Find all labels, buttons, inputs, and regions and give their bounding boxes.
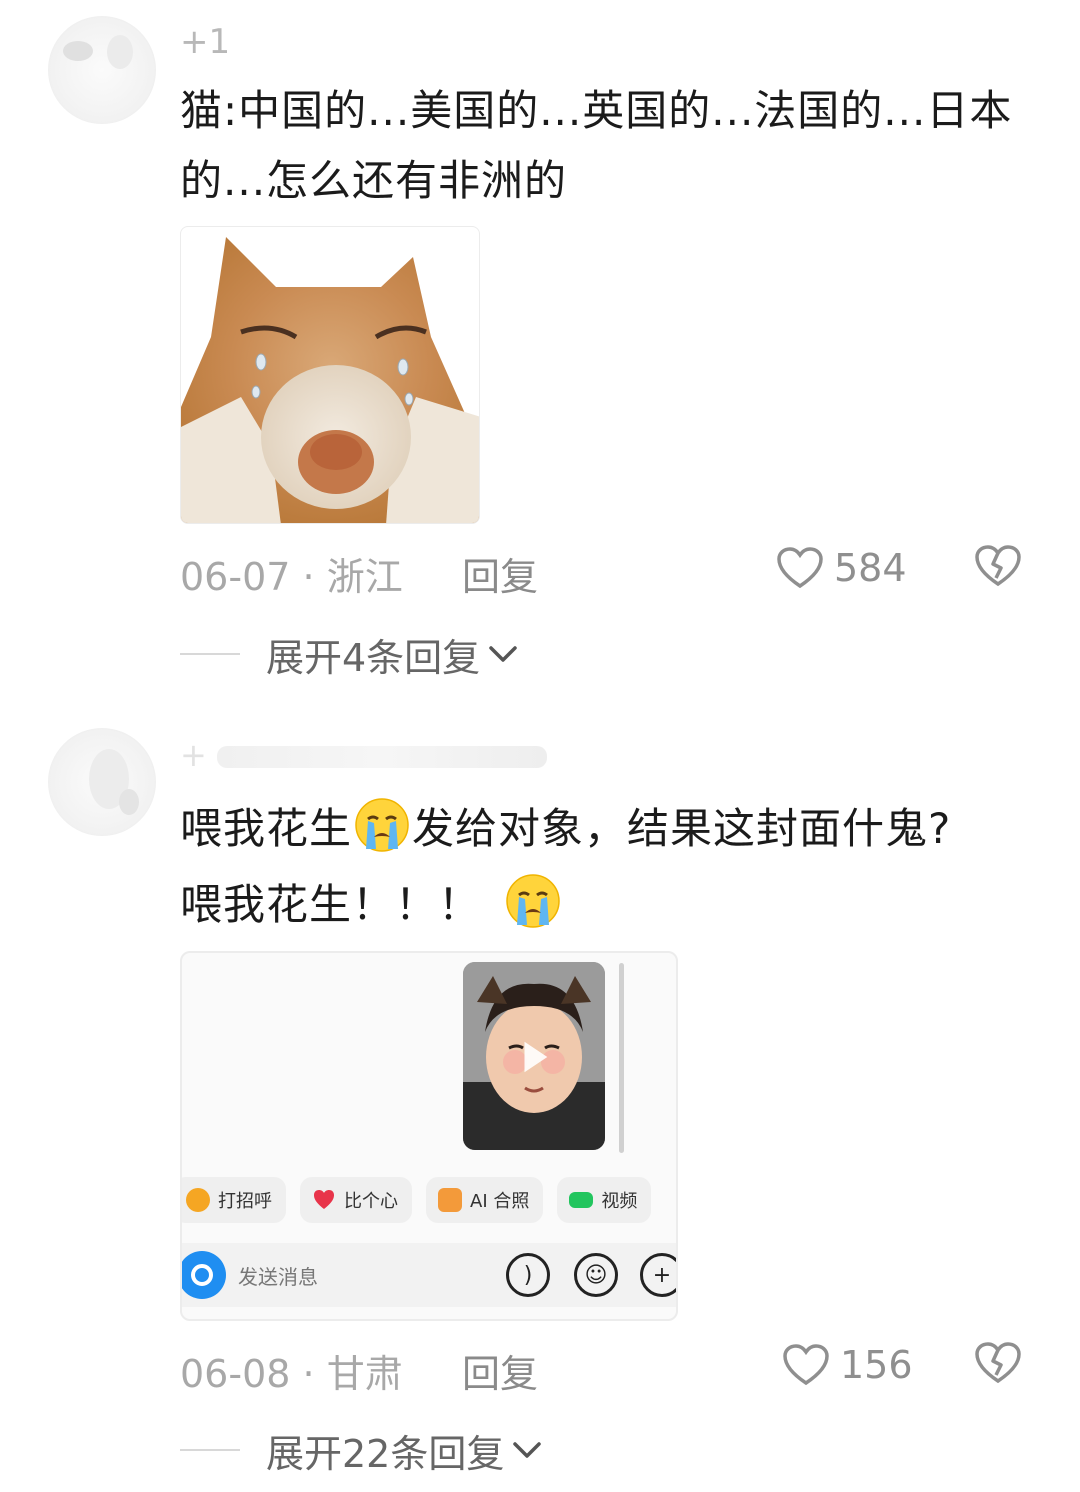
chip-ai-photo[interactable]: AI 合照 [426,1177,544,1223]
chip-label: 视频 [601,1191,638,1212]
ai-photo-icon [438,1188,462,1212]
play-icon[interactable] [515,1038,553,1076]
comment-text-line: 的...怎么还有非洲的 [180,156,568,205]
expand-replies-button[interactable]: 展开4条回复 [180,624,518,684]
wave-emoji-icon [186,1188,210,1212]
heart-outline-icon [783,1344,829,1386]
video-thumbnail[interactable] [463,962,605,1150]
comment-text-line: 喂我花生 发给对象，结果这封面什鬼? [180,794,1030,864]
heart-outline-icon [777,547,823,589]
username[interactable]: +1 [180,22,230,62]
separator-dot: · [302,555,315,599]
chevron-down-icon [489,646,517,662]
comment-location: 浙江 [326,555,403,599]
chat-screenshot-image[interactable]: 打招呼 比个心 AI 合照 视频 发送消息 ) ☺ + [180,951,678,1321]
username[interactable]: + [180,736,547,774]
comment-text: 猫:中国的...美国的...英国的...法国的...日本 的...怎么还有非洲的 [180,76,1030,216]
scrollbar[interactable] [619,963,624,1153]
comment-text-line: 喂我花生！！！ [180,870,1030,940]
chip-label: AI 合照 [470,1191,530,1212]
like-button[interactable]: 584 [776,538,907,598]
divider-line [180,1449,240,1451]
comment-date: 06-08 [180,1352,291,1396]
comment-text-segment: 喂我花生 [180,804,353,853]
camera-icon[interactable] [182,1251,226,1299]
avatar[interactable] [48,16,156,124]
comment-date: 06-07 [180,555,291,599]
plus-icon[interactable]: + [640,1253,676,1297]
chip-label: 比个心 [344,1191,398,1212]
divider-line [180,653,240,655]
comment-text: 喂我花生 发给对象，结果这封面什鬼? 喂我花生！！！ [180,794,1030,940]
quick-reply-chips: 打招呼 比个心 AI 合照 视频 [182,1177,652,1223]
username-blur [216,746,547,768]
crying-face-emoji-icon [355,798,409,852]
like-button[interactable]: 156 [782,1335,913,1395]
comment-text-segment: 喂我花生！！！ [180,880,482,929]
comment-date-location: 06-07 · 浙江 [180,546,403,601]
comment-date-location: 06-08 · 甘肃 [180,1343,403,1398]
comment-text-segment: 发给对象，结果这封面什鬼? [412,804,952,853]
avatar[interactable] [48,728,156,836]
chip-say-hi[interactable]: 打招呼 [182,1177,286,1223]
emoji-icon[interactable]: ☺ [574,1253,618,1297]
chevron-down-icon [513,1442,542,1458]
separator-dot: · [302,1352,315,1396]
message-input[interactable]: 发送消息 [238,1261,318,1290]
expand-replies-button[interactable]: 展开22条回复 [180,1420,542,1480]
broken-heart-icon[interactable] [974,1341,1022,1385]
chip-heart[interactable]: 比个心 [300,1177,412,1223]
crying-face-emoji-icon [506,874,561,928]
comment-location: 甘肃 [326,1352,403,1396]
video-call-icon [569,1192,594,1208]
chip-label: 打招呼 [218,1191,272,1212]
comment-meta: 06-07 · 浙江 回复 584 [180,538,1040,601]
comment-text-line: 猫:中国的...美国的...英国的...法国的...日本 [180,86,1013,135]
username-text: + [180,736,207,774]
like-count: 156 [840,1343,913,1387]
broken-heart-icon[interactable] [974,544,1022,588]
reply-button[interactable]: 回复 [462,1343,538,1398]
voice-icon[interactable]: ) [506,1253,550,1297]
message-input-bar: 发送消息 ) ☺ + [182,1243,676,1307]
like-count: 584 [834,546,907,590]
comment-meta: 06-08 · 甘肃 回复 156 [180,1335,1040,1398]
expand-replies-label: 展开22条回复 [266,1431,505,1476]
heart-icon [314,1190,334,1209]
crying-cat-sticker-image[interactable] [180,226,480,524]
reply-button[interactable]: 回复 [462,546,538,601]
chip-video-call[interactable]: 视频 [557,1177,652,1223]
expand-replies-label: 展开4条回复 [266,635,481,680]
